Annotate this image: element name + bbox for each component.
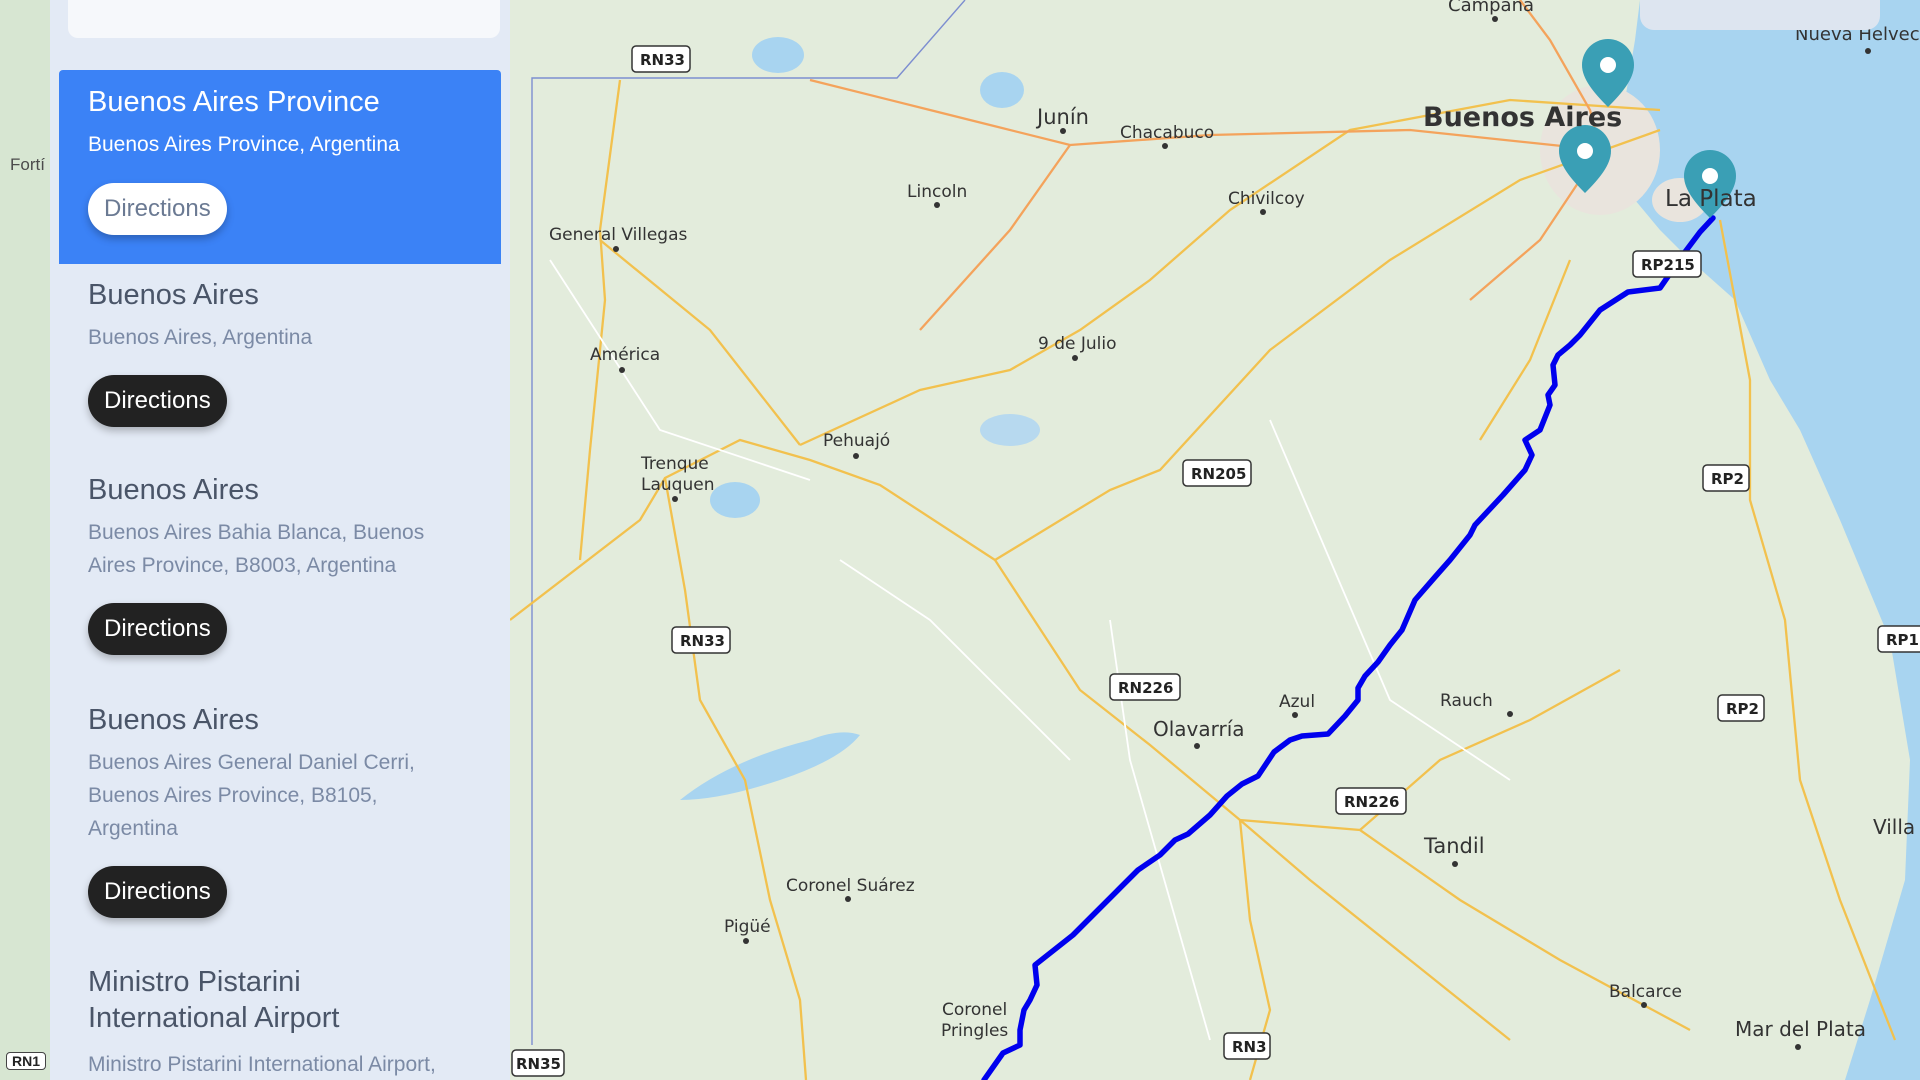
place-label: General Villegas bbox=[549, 225, 687, 245]
place-label: Lincoln bbox=[907, 182, 967, 202]
result-item[interactable]: Buenos Aires Province Buenos Aires Provi… bbox=[59, 70, 501, 264]
directions-button[interactable]: Directions bbox=[88, 866, 227, 918]
place-label: Rauch bbox=[1440, 691, 1493, 711]
place-label: Tandil bbox=[1423, 834, 1485, 858]
result-title: Buenos Aires Province bbox=[88, 86, 380, 118]
place-label: América bbox=[590, 345, 660, 365]
search-box[interactable] bbox=[68, 0, 500, 38]
road-shield: RN35 bbox=[511, 1049, 565, 1077]
svg-text:RN35: RN35 bbox=[516, 1055, 561, 1073]
lake bbox=[680, 732, 860, 800]
place-label: Olavarría bbox=[1153, 717, 1245, 741]
svg-text:RN205: RN205 bbox=[1191, 465, 1246, 483]
place-label: Trenque bbox=[640, 454, 709, 474]
highways bbox=[809, 0, 1602, 331]
place-label: Balcarce bbox=[1609, 982, 1682, 1002]
result-title: Buenos Aires bbox=[88, 474, 259, 506]
directions-button[interactable]: Directions bbox=[88, 183, 227, 235]
result-address: Ministro Pistarini International Airport… bbox=[88, 1053, 436, 1076]
water-area bbox=[1620, 0, 1920, 1080]
place-label: Pringles bbox=[941, 1021, 1008, 1041]
lake bbox=[752, 37, 804, 73]
place-label: Chacabuco bbox=[1120, 123, 1214, 143]
result-address: Buenos Aires General Daniel Cerri, Bueno… bbox=[88, 751, 415, 840]
result-item[interactable]: Buenos Aires Buenos Aires General Daniel… bbox=[59, 702, 501, 918]
result-title: Buenos Aires bbox=[88, 279, 259, 311]
road-shield: RN205 bbox=[1182, 459, 1252, 487]
place-label: Campana bbox=[1448, 0, 1534, 16]
svg-text:RN226: RN226 bbox=[1118, 679, 1173, 697]
place-label: Fortí bbox=[10, 155, 45, 174]
svg-text:RP1: RP1 bbox=[1886, 631, 1919, 649]
place-label: 9 de Julio bbox=[1038, 334, 1117, 354]
road-shield: RP1 bbox=[1877, 625, 1920, 653]
place-label: Lauquen bbox=[641, 475, 714, 495]
place-label: Mar del Plata bbox=[1735, 1017, 1866, 1041]
map-control[interactable] bbox=[1640, 0, 1880, 30]
svg-text:RN3: RN3 bbox=[1232, 1038, 1267, 1056]
result-item[interactable]: Buenos Aires Buenos Aires Bahia Blanca, … bbox=[59, 472, 501, 655]
svg-text:RN33: RN33 bbox=[640, 51, 685, 69]
results-sidebar: Buenos Aires Province Buenos Aires Provi… bbox=[50, 0, 510, 1080]
directions-button[interactable]: Directions bbox=[88, 375, 227, 427]
result-title: Ministro Pistarini International Airport bbox=[88, 966, 340, 1034]
svg-text:RP2: RP2 bbox=[1726, 700, 1759, 718]
place-label: Chivilcoy bbox=[1228, 189, 1305, 209]
road-shield: RN226 bbox=[1109, 673, 1181, 701]
place-label: Pigüé bbox=[724, 917, 771, 937]
map-view[interactable]: Campana Nueva Helvec Buenos Aires La Pla… bbox=[510, 0, 1920, 1080]
road-shield: RN33 bbox=[631, 45, 691, 73]
road-shield: RN1 bbox=[6, 1052, 47, 1070]
svg-text:RN33: RN33 bbox=[680, 632, 725, 650]
result-item[interactable]: Ministro Pistarini International Airport… bbox=[59, 964, 501, 1080]
road-shield: RN226 bbox=[1335, 787, 1407, 815]
lake bbox=[980, 72, 1024, 108]
svg-text:RP215: RP215 bbox=[1641, 256, 1695, 274]
road-shield: RP2 bbox=[1702, 464, 1750, 492]
svg-text:RN226: RN226 bbox=[1344, 793, 1399, 811]
place-label: Coronel Suárez bbox=[786, 876, 915, 896]
result-address: Buenos Aires Bahia Blanca, Buenos Aires … bbox=[88, 521, 425, 577]
result-title: Buenos Aires bbox=[88, 704, 259, 736]
place-label: Azul bbox=[1279, 692, 1315, 712]
place-label: Pehuajó bbox=[823, 431, 890, 451]
map-app: Fortí RN1 Buenos Aires Province Buenos A… bbox=[0, 0, 1920, 1080]
lake bbox=[980, 414, 1040, 446]
road-shield: RP215 bbox=[1632, 250, 1702, 278]
place-label: La Plata bbox=[1665, 186, 1757, 212]
road-shield: RN33 bbox=[671, 626, 731, 654]
map-left-strip[interactable]: Fortí RN1 bbox=[0, 0, 50, 1080]
svg-text:RP2: RP2 bbox=[1711, 470, 1744, 488]
place-label: Villa bbox=[1873, 815, 1915, 839]
result-address: Buenos Aires, Argentina bbox=[88, 326, 313, 349]
place-label: Junín bbox=[1035, 105, 1089, 129]
result-item[interactable]: Buenos Aires Buenos Aires, Argentina Dir… bbox=[59, 277, 501, 427]
lake bbox=[710, 482, 760, 518]
place-label: Buenos Aires bbox=[1423, 102, 1622, 133]
result-address: Buenos Aires Province, Argentina bbox=[88, 133, 400, 156]
road-shield: RN3 bbox=[1223, 1032, 1271, 1060]
map-canvas[interactable]: Campana Nueva Helvec Buenos Aires La Pla… bbox=[510, 0, 1920, 1080]
road-shield: RP2 bbox=[1717, 694, 1765, 722]
place-label: Coronel bbox=[942, 1000, 1007, 1020]
directions-button[interactable]: Directions bbox=[88, 603, 227, 655]
